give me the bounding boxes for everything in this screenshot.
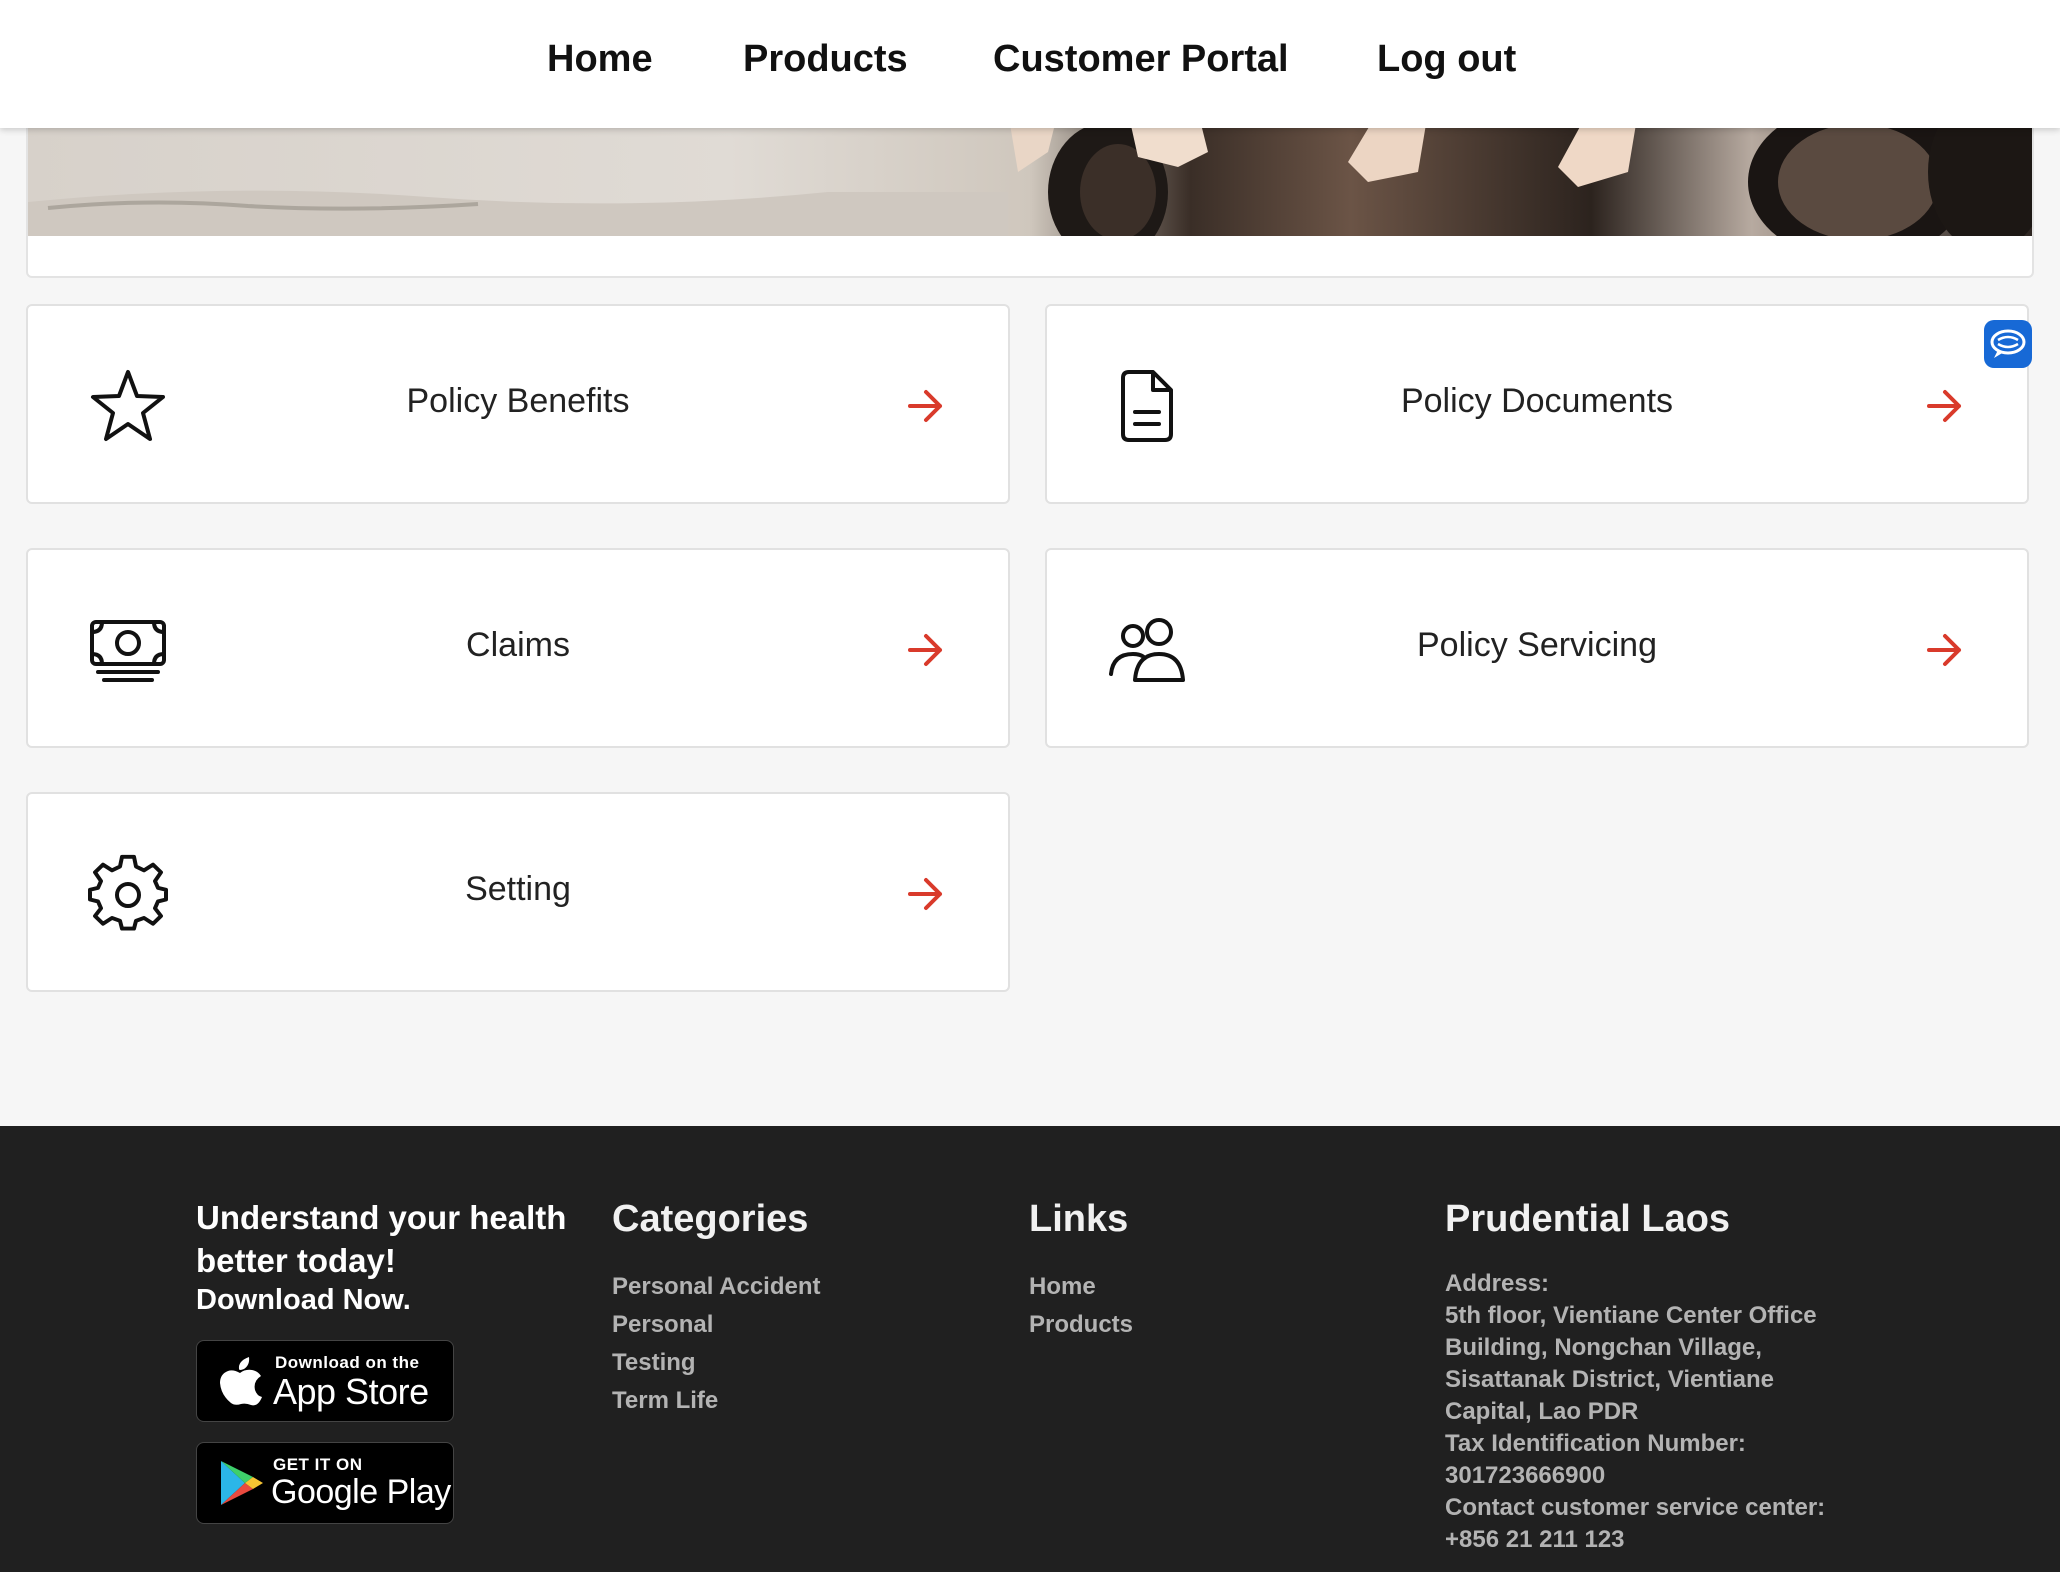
category-link-personal[interactable]: Personal	[612, 1306, 821, 1344]
tile-label: Policy Benefits	[406, 382, 630, 420]
links-heading: Links	[1029, 1198, 1129, 1240]
arrow-right-icon	[908, 634, 942, 666]
tile-claims[interactable]: Claims	[26, 548, 1010, 748]
tile-label: Claims	[466, 626, 570, 664]
nav-customer-portal-link[interactable]: Customer Portal	[993, 38, 1289, 81]
arrow-right-icon	[1927, 390, 1961, 422]
contact-label: Contact customer service center:	[1445, 1494, 1826, 1521]
tax-id-number: 301723666900	[1445, 1462, 1606, 1489]
footer-categories: Categories Personal Accident Personal Te…	[612, 1194, 821, 1420]
footer-link-products[interactable]: Products	[1029, 1306, 1133, 1344]
arrow-right-icon	[908, 390, 942, 422]
category-link-testing[interactable]: Testing	[612, 1344, 821, 1382]
app-store-big-text: App Store	[273, 1371, 429, 1412]
promo-title: Understand your health better today!	[196, 1199, 567, 1279]
hero-banner-card	[26, 110, 2034, 278]
contact-phone: +856 21 211 123	[1445, 1526, 1625, 1553]
chat-support-button[interactable]	[1984, 320, 2032, 368]
app-store-small-text: Download on the	[275, 1353, 420, 1372]
google-play-small-text: GET IT ON	[273, 1455, 363, 1474]
tile-label: Policy Servicing	[1417, 626, 1657, 664]
site-footer: Understand your health better today! Dow…	[0, 1126, 2060, 1572]
arrow-right-icon	[1927, 634, 1961, 666]
apple-icon	[220, 1357, 262, 1406]
tile-setting[interactable]: Setting	[26, 792, 1010, 992]
tax-id-label: Tax Identification Number:	[1445, 1430, 1746, 1457]
top-nav: Home Products Customer Portal Log out	[0, 0, 2060, 128]
footer-company-info: Prudential Laos Address: 5th floor, Vien…	[1445, 1194, 1865, 1556]
nav-home-link[interactable]: Home	[547, 38, 653, 81]
address-label: Address:	[1445, 1270, 1550, 1297]
footer-app-promo: Understand your health better today! Dow…	[196, 1196, 596, 1317]
nav-logout-link[interactable]: Log out	[1377, 38, 1516, 81]
address-text: 5th floor, Vientiane Center Office Build…	[1445, 1302, 1817, 1425]
chat-bubble-icon	[1990, 329, 2026, 358]
company-heading: Prudential Laos	[1445, 1198, 1731, 1240]
app-store-badge[interactable]: Download on the App Store	[196, 1340, 454, 1422]
hero-banner-image	[28, 112, 2032, 236]
category-link-term-life[interactable]: Term Life	[612, 1382, 821, 1420]
nav-products-link[interactable]: Products	[743, 38, 908, 81]
category-link-personal-accident[interactable]: Personal Accident	[612, 1268, 821, 1306]
categories-heading: Categories	[612, 1198, 809, 1240]
tile-policy-servicing[interactable]: Policy Servicing	[1045, 548, 2029, 748]
google-play-big-text: Google Play	[271, 1473, 451, 1511]
google-play-badge[interactable]: GET IT ON Google Play	[196, 1442, 454, 1524]
tile-policy-documents[interactable]: Policy Documents	[1045, 304, 2029, 504]
tile-label: Policy Documents	[1400, 382, 1674, 420]
footer-links: Links Home Products	[1029, 1194, 1133, 1344]
arrow-right-icon	[908, 878, 942, 910]
footer-link-home[interactable]: Home	[1029, 1268, 1133, 1306]
tile-label: Setting	[465, 870, 571, 908]
google-play-icon	[221, 1461, 263, 1505]
tile-policy-benefits[interactable]: Policy Benefits	[26, 304, 1010, 504]
promo-cta: Download Now.	[196, 1284, 411, 1316]
